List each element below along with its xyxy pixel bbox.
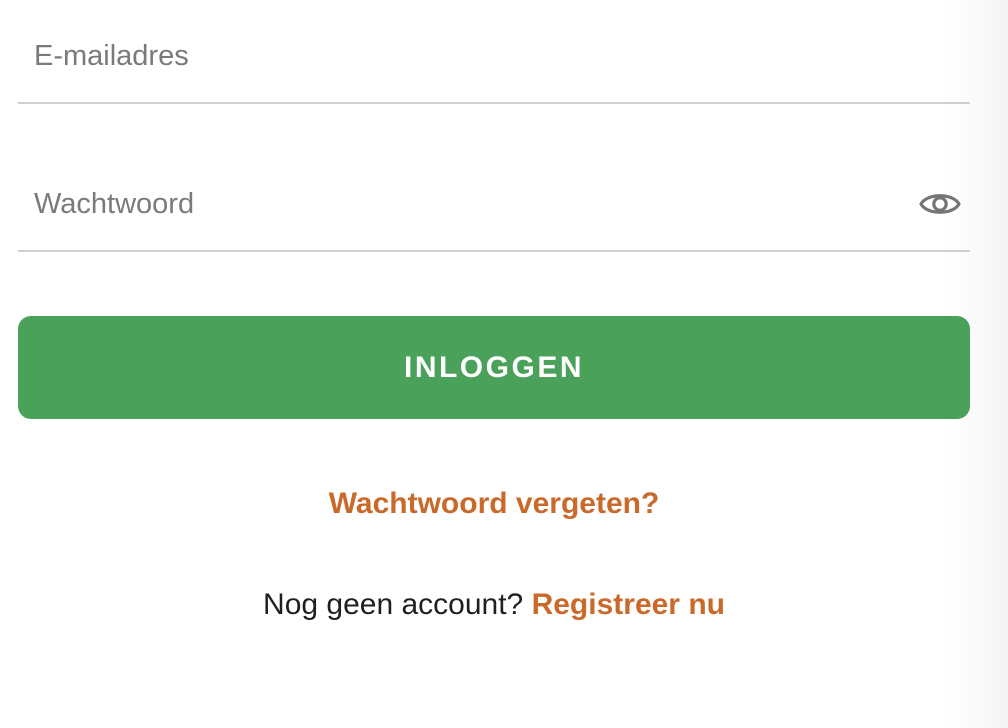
register-row: Nog geen account? Registreer nu (18, 583, 970, 627)
login-screen: INLOGGEN Wachtwoord vergeten? Nog geen a… (0, 0, 1008, 728)
password-field-container (18, 148, 970, 252)
email-field-container (18, 0, 970, 104)
email-field[interactable] (34, 28, 900, 84)
eye-icon[interactable] (916, 182, 964, 226)
register-link[interactable]: Registreer nu (532, 588, 725, 621)
no-account-text: Nog geen account? (263, 588, 524, 621)
forgot-password-link[interactable]: Wachtwoord vergeten? (18, 482, 970, 526)
password-field[interactable] (34, 176, 900, 232)
login-button[interactable]: INLOGGEN (18, 316, 970, 419)
login-button-label: INLOGGEN (403, 350, 584, 384)
